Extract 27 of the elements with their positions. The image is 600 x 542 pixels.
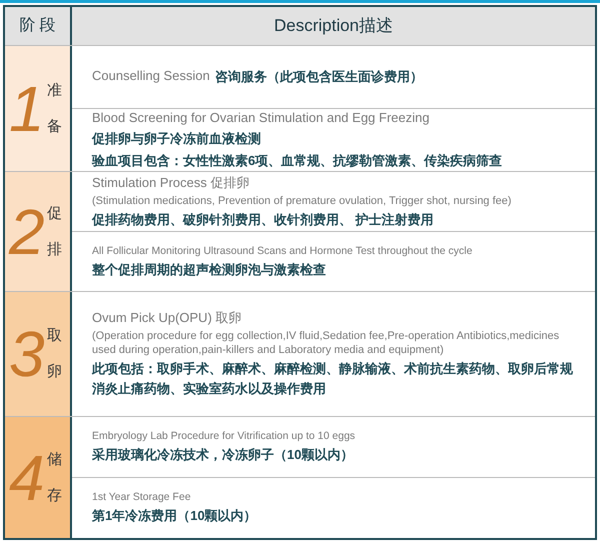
stage-number: 4: [9, 446, 45, 510]
stage-label: 准备: [47, 80, 62, 136]
chinese-description: 促排药物费用、破卵针剂费用、收针剂费用、 护士注射费用: [92, 210, 434, 228]
chinese-description: 采用玻璃化冷冻技术，冷冻卵子（10颗以内）: [92, 446, 354, 464]
stage-label: 取卵: [47, 326, 62, 382]
english-description: Counselling Session: [92, 67, 210, 85]
english-description: Blood Screening for Ovarian Stimulation and Egg Freezing: [92, 109, 430, 127]
stage-number: 3: [9, 322, 45, 386]
column-header: 阶 段: [19, 16, 56, 36]
chinese-description: 验血项目包含：女性性激素6项、血常规、抗缪勒管激素、传染疾病筛查: [92, 152, 502, 170]
column-header: Description描述: [274, 15, 394, 38]
stage-number: 1: [9, 76, 45, 140]
chinese-description: 促排卵与卵子冷冻前血液检测: [92, 130, 261, 148]
english-description: Embryology Lab Procedure for Vitrification up to 10 eggs: [92, 429, 356, 443]
english-description: Stimulation Process 促排卵: [92, 174, 250, 192]
chinese-description: 整个促排周期的超声检测卵泡与激素检查: [92, 260, 326, 278]
chinese-description: 咨询服务（此项包含医生面诊费用）: [214, 68, 423, 86]
english-description: All Follicular Monitoring Ultrasound Scans and Hormone Test throughout the cycle: [92, 244, 472, 258]
chinese-description: 第1年冷冻费用（10颗以内）: [92, 507, 257, 525]
stage-label: 促排: [47, 204, 62, 260]
english-description: (Operation procedure for egg collection,IV fluid,Sedation fee,Pre-operation Antibiotics,medicines used during operation,pain-killers and Laboratory media and equipment): [92, 329, 560, 357]
stage-number: 2: [9, 200, 45, 264]
chinese-description: 此项包括：取卵手术、麻醉术、麻醉检测、静脉输液、术前抗生素药物、取卵后常规消炎止痛药物、实验室药水以及操作费用: [92, 360, 574, 398]
english-description: (Stimulation medications, Prevention of premature ovulation, Trigger shot, nursing fee): [92, 194, 512, 208]
english-description: 1st Year Storage Fee: [92, 490, 191, 504]
stage-label: 储存: [47, 450, 62, 506]
english-description: Ovum Pick Up(OPU) 取卵: [92, 309, 242, 327]
